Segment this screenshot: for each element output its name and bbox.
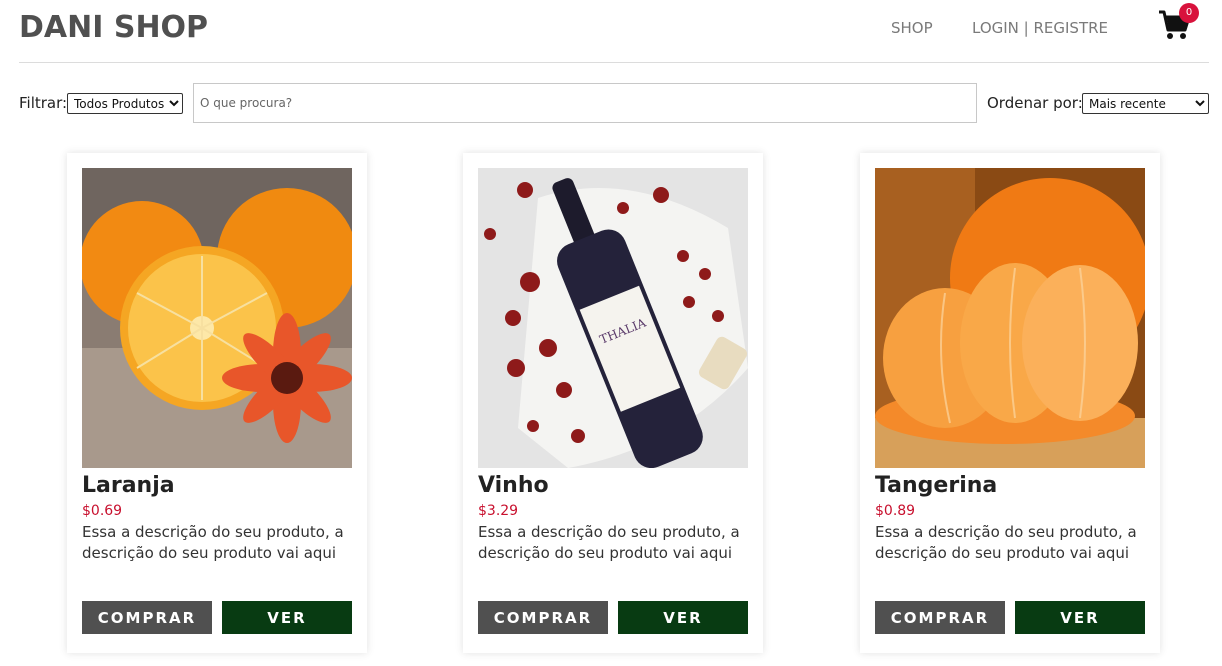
cart-count-badge: 0 — [1179, 3, 1199, 23]
filter-select[interactable]: Todos Produtos — [67, 93, 183, 114]
search-input[interactable] — [193, 83, 977, 123]
filter-bar: Filtrar: Todos Produtos Ordenar por: Mai… — [19, 83, 1209, 123]
buy-button[interactable]: COMPRAR — [478, 601, 608, 634]
product-name: Vinho — [478, 473, 549, 498]
product-image-wine[interactable]: THALIA — [478, 168, 748, 468]
filter-label: Filtrar: — [19, 94, 68, 112]
site-header: DANI SHOP SHOP LOGIN | REGISTRE 0 — [19, 0, 1209, 63]
view-button[interactable]: VER — [222, 601, 352, 634]
product-card: THALIA Vinho $3.29 Essa a descrição do s… — [463, 153, 763, 653]
product-card: Tangerina $0.89 Essa a descrição do seu … — [860, 153, 1160, 653]
product-image-orange[interactable] — [82, 168, 352, 468]
product-description: Essa a descrição do seu produto, a descr… — [875, 523, 1137, 562]
product-name: Tangerina — [875, 473, 998, 498]
nav-login-register-link[interactable]: LOGIN | REGISTRE — [972, 19, 1108, 37]
product-price: $3.29 — [478, 503, 519, 519]
view-button[interactable]: VER — [1015, 601, 1145, 634]
buy-button[interactable]: COMPRAR — [82, 601, 212, 634]
buy-button[interactable]: COMPRAR — [875, 601, 1005, 634]
nav-shop-link[interactable]: SHOP — [891, 19, 933, 37]
product-card: Laranja $0.69 Essa a descrição do seu pr… — [67, 153, 367, 653]
product-price: $0.69 — [82, 503, 123, 519]
product-description: Essa a descrição do seu produto, a descr… — [478, 523, 740, 562]
product-name: Laranja — [82, 473, 175, 498]
product-image-tangerine[interactable] — [875, 168, 1145, 468]
view-button[interactable]: VER — [618, 601, 748, 634]
brand-logo[interactable]: DANI SHOP — [19, 10, 208, 45]
order-label: Ordenar por: — [987, 94, 1083, 112]
order-select[interactable]: Mais recente — [1082, 93, 1209, 114]
product-description: Essa a descrição do seu produto, a descr… — [82, 523, 344, 562]
product-price: $0.89 — [875, 503, 916, 519]
